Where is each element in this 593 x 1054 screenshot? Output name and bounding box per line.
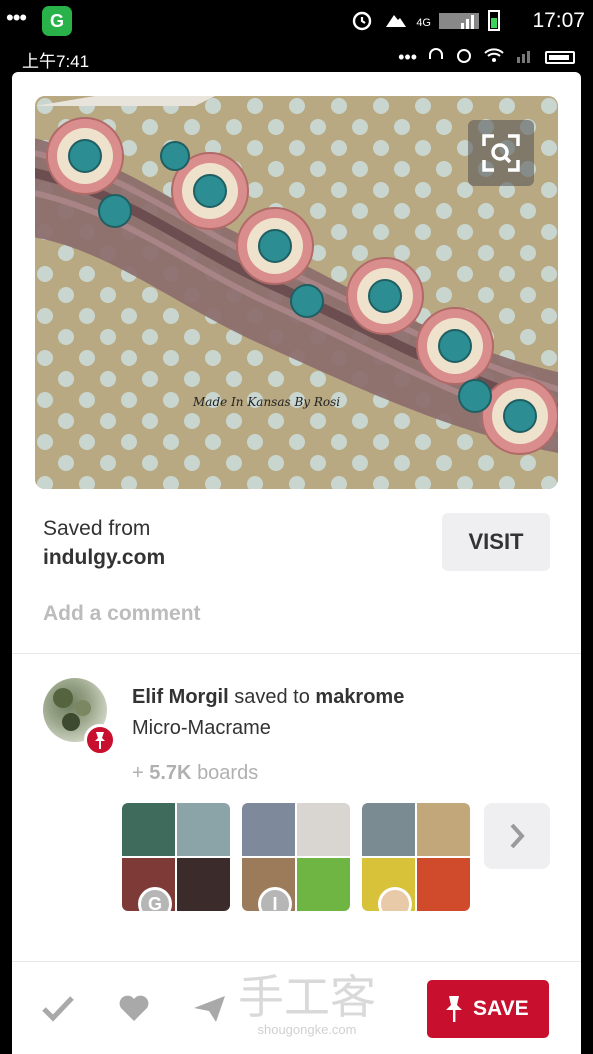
source-link[interactable]: indulgy.com	[43, 546, 165, 570]
board-cell	[177, 803, 230, 856]
board-cell	[122, 803, 175, 856]
pin-card: Made In Kansas By Rosi Saved from indulg…	[12, 72, 581, 1054]
board-name[interactable]: makrome	[315, 686, 404, 708]
notification-dots: •••	[6, 5, 27, 30]
pin-badge	[84, 724, 116, 756]
boards-suffix: boards	[197, 762, 259, 784]
divider	[12, 653, 581, 654]
saved-from-label: Saved from	[43, 517, 151, 540]
photo-caption: Made In Kansas By Rosi	[192, 395, 340, 409]
board-cell	[177, 858, 230, 911]
board-cell	[362, 803, 415, 856]
headset-icon	[427, 46, 445, 69]
heart-icon[interactable]	[114, 988, 154, 1028]
saved-to-text: saved to	[234, 686, 310, 708]
watermark-logo: 手工客	[238, 970, 376, 1024]
add-comment-input[interactable]: Add a comment	[43, 602, 201, 626]
more-dots-icon: •••	[398, 47, 417, 67]
status-icons: 4G	[350, 8, 501, 37]
board-cell	[417, 858, 470, 911]
boards-count[interactable]: + 5.7K boards	[132, 762, 258, 785]
board-cell	[297, 803, 350, 856]
alarm-icon-small	[455, 46, 473, 69]
watermark: 手工客 shougongke.com	[232, 972, 382, 1052]
board-thumbnail[interactable]: G	[122, 803, 230, 911]
user-name[interactable]: Elif Morgil	[132, 686, 229, 708]
board-cell	[417, 803, 470, 856]
alarm-icon	[350, 8, 374, 37]
battery-icon-small	[545, 51, 575, 64]
boards-next-button[interactable]	[484, 803, 550, 869]
app-badge-icon: G	[42, 6, 72, 36]
battery-icon	[487, 8, 501, 37]
pin-title: Micro-Macrame	[132, 717, 271, 739]
status-time: 17:07	[532, 9, 585, 32]
visual-search-button[interactable]	[468, 120, 534, 186]
check-icon[interactable]	[38, 988, 78, 1028]
search-lens-icon	[482, 134, 520, 172]
pin-icon	[446, 996, 462, 1022]
signal-icon	[439, 9, 479, 36]
visit-button[interactable]: VISIT	[442, 513, 550, 571]
secondary-status-icons: •••	[398, 46, 575, 69]
chevron-right-icon	[510, 823, 525, 849]
wifi-icon	[483, 46, 505, 69]
board-cell	[242, 803, 295, 856]
board-thumbnail[interactable]: I	[242, 803, 350, 911]
send-icon[interactable]	[190, 988, 230, 1028]
network-label: 4G	[416, 16, 431, 29]
board-thumbnail[interactable]	[362, 803, 470, 911]
save-button[interactable]: SAVE	[427, 980, 549, 1038]
secondary-time: 上午7:41	[22, 52, 90, 71]
activity-text: Elif Morgil saved to makrome Micro-Macra…	[132, 682, 404, 744]
signal-icon-small	[515, 47, 535, 68]
save-label: SAVE	[473, 997, 529, 1020]
board-cell	[297, 858, 350, 911]
pin-icon	[95, 732, 105, 749]
cloud-icon	[382, 9, 408, 36]
boards-count-value: 5.7K	[149, 762, 192, 784]
secondary-status-bar: 上午7:41 •••	[0, 42, 593, 72]
plus-sign: +	[132, 762, 144, 784]
watermark-url: shougongke.com	[257, 1022, 357, 1037]
pin-image[interactable]: Made In Kansas By Rosi	[35, 96, 558, 489]
status-bar: ••• G 4G 17:07	[0, 0, 593, 42]
